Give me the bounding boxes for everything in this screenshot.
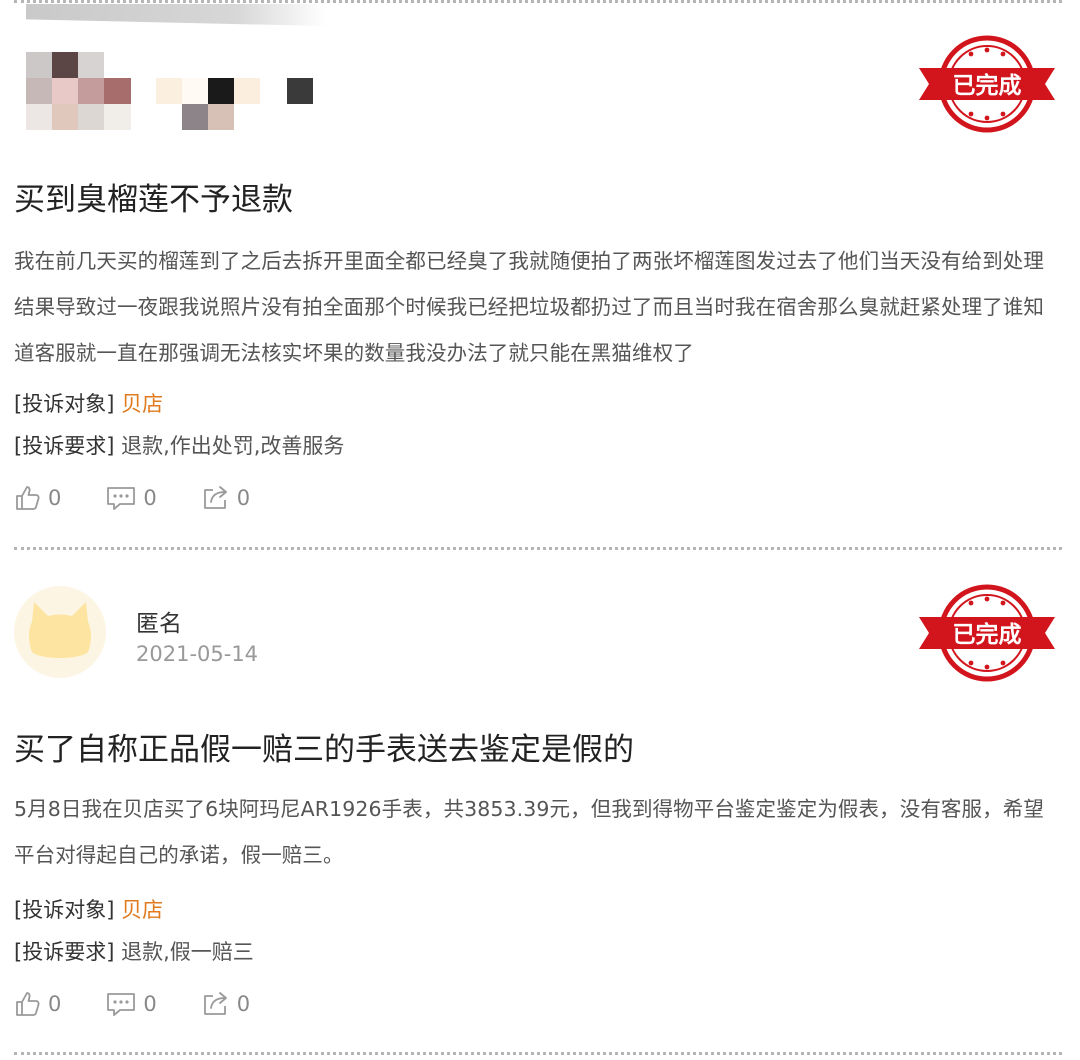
share-count: 0 (236, 486, 251, 510)
like-count: 0 (48, 486, 62, 510)
complaint-content: 5月8日我在贝店买了6块阿玛尼AR1926手表，共3853.39元，但我到得物平… (14, 797, 1044, 867)
share-count: 0 (236, 992, 251, 1016)
complaint-target: [投诉对象] 贝店 (14, 894, 163, 924)
target-label: [投诉对象] (14, 898, 115, 922)
target-link[interactable]: 贝店 (121, 392, 163, 416)
username-pixelated (156, 76, 316, 130)
comment-count: 0 (143, 486, 157, 510)
complaint-title[interactable]: 买了自称正品假一赔三的手表送去鉴定是假的 (14, 724, 634, 769)
complaint-content: 我在前几天买的榴莲到了之后去拆开里面全都已经臭了我就随便拍了两张坏榴莲图发过去了… (14, 249, 1044, 365)
complaint-demand: [投诉要求] 退款,作出处罚,改善服务 (14, 430, 344, 460)
separator (14, 1052, 1062, 1055)
share-button[interactable]: 0 (201, 484, 250, 512)
completed-stamp-icon: 已完成 (919, 35, 1055, 133)
complaint-demand: [投诉要求] 退款,假一赔三 (14, 936, 254, 966)
demand-label: [投诉要求] (14, 940, 115, 964)
cat-avatar-icon (29, 602, 91, 658)
share-button[interactable]: 0 (201, 990, 250, 1018)
separator (14, 547, 1062, 550)
action-bar: 0 0 0 (14, 988, 294, 1020)
comment-count: 0 (143, 992, 157, 1016)
complaint-target: [投诉对象] 贝店 (14, 388, 163, 418)
comment-icon (107, 993, 136, 1016)
blurred-content (26, 4, 326, 26)
like-button[interactable]: 0 (14, 990, 61, 1018)
post-date: 2021-05-14 (136, 642, 259, 666)
action-bar: 0 0 0 (14, 482, 294, 514)
thumbs-up-icon (16, 486, 40, 510)
avatar-pixelated (26, 52, 131, 130)
demand-value: 退款,假一赔三 (121, 940, 254, 964)
demand-label: [投诉要求] (14, 434, 115, 458)
avatar (14, 586, 106, 678)
thumbs-up-icon (16, 992, 40, 1016)
demand-value: 退款,作出处罚,改善服务 (121, 434, 345, 458)
share-icon (203, 486, 227, 509)
comment-button[interactable]: 0 (105, 484, 157, 512)
like-button[interactable]: 0 (14, 484, 61, 512)
comment-button[interactable]: 0 (105, 990, 157, 1018)
stamp-label: 已完成 (953, 621, 1022, 648)
comment-icon (107, 487, 136, 510)
user-name: 匿名 (136, 611, 182, 637)
separator (14, 0, 1062, 3)
completed-stamp-icon: 已完成 (919, 584, 1055, 682)
target-link[interactable]: 贝店 (121, 898, 163, 922)
like-count: 0 (48, 992, 62, 1016)
stamp-label: 已完成 (953, 72, 1022, 99)
share-icon (203, 992, 227, 1015)
complaint-title[interactable]: 买到臭榴莲不予退款 (14, 174, 293, 219)
target-label: [投诉对象] (14, 392, 115, 416)
